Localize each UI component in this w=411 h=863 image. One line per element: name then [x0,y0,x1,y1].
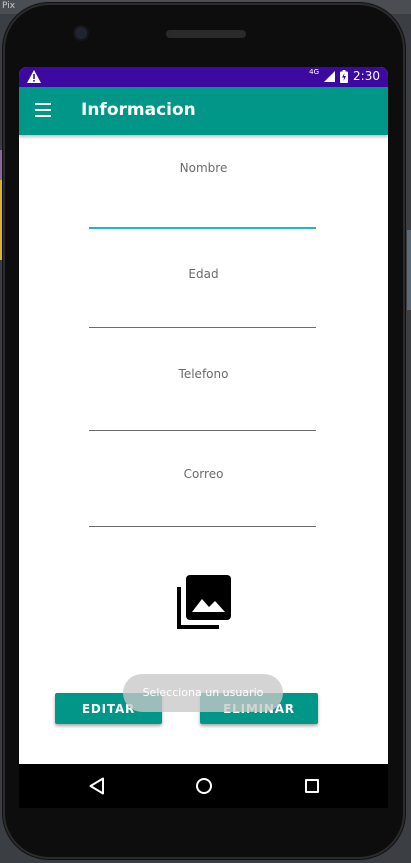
system-nav-bar [19,764,388,808]
nombre-field[interactable] [89,205,316,229]
app-screen: 4G 2:30 Informacion Nombre Edad Telefono… [19,67,388,764]
page-title: Informacion [81,100,196,120]
app-bar: Informacion [19,87,388,135]
network-type: 4G [309,68,320,76]
ide-title: Pix [2,1,16,11]
photo-library-icon[interactable] [177,575,231,629]
status-bar: 4G 2:30 [19,67,388,87]
phone-frame: 4G 2:30 Informacion Nombre Edad Telefono… [3,3,405,859]
status-right-group: 4G 2:30 [309,68,380,83]
home-icon[interactable] [196,778,212,794]
ide-side-marker [407,230,411,310]
nombre-label: Nombre [179,161,228,175]
telefono-label: Telefono [178,367,229,381]
menu-icon[interactable] [35,103,51,117]
toast-message: Selecciona un usuario [123,674,283,712]
telefono-field[interactable] [89,408,316,431]
front-camera [75,27,87,39]
correo-field[interactable] [89,504,316,527]
earpiece-speaker [166,30,246,38]
back-icon[interactable] [89,777,105,795]
warning-icon [27,70,41,83]
recents-icon[interactable] [305,779,319,793]
battery-icon [340,69,349,83]
signal-icon [324,70,336,82]
edad-label: Edad [188,267,219,281]
clock: 2:30 [353,69,380,83]
correo-label: Correo [183,467,224,481]
edad-field[interactable] [89,305,316,328]
